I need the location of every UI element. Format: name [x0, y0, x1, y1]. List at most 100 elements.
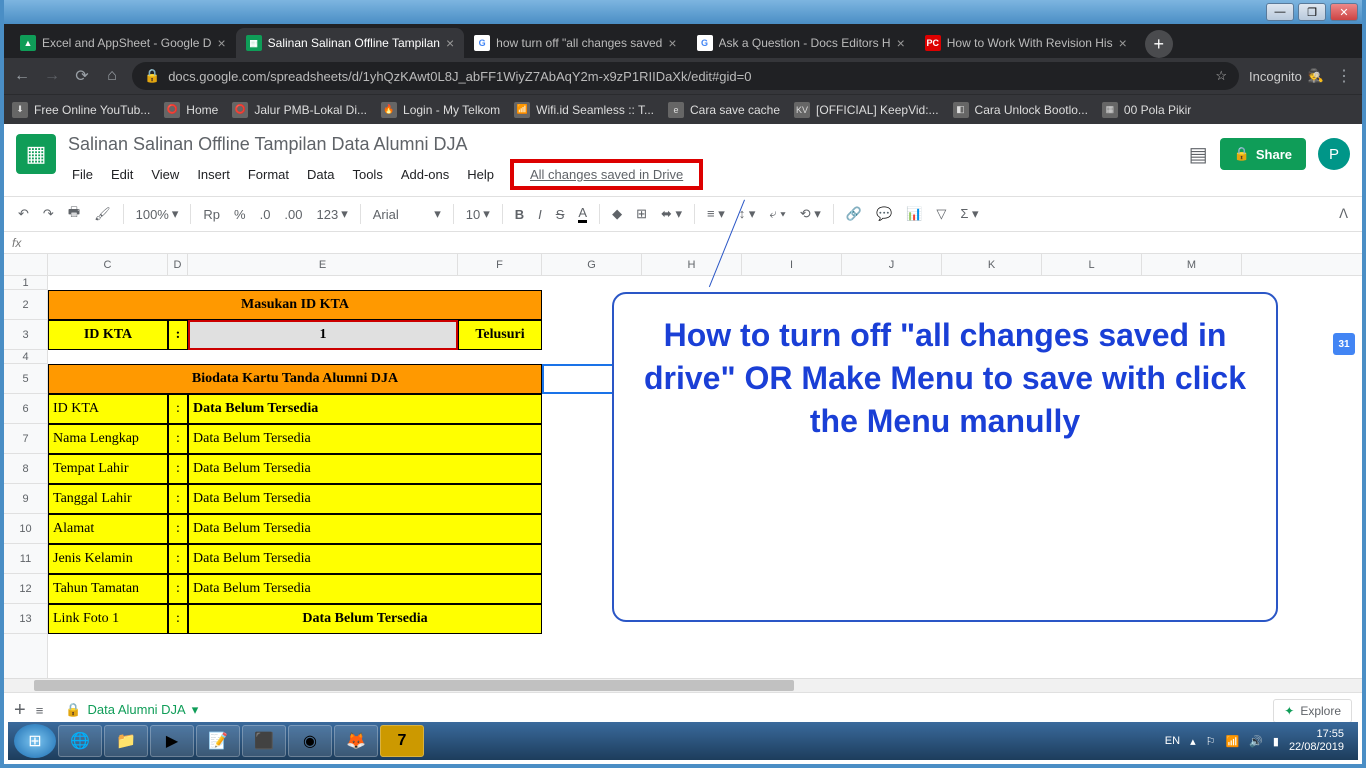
row-header[interactable]: 12: [4, 574, 47, 604]
bookmark-item[interactable]: ▦00 Pola Pikir: [1102, 102, 1191, 118]
chart-button[interactable]: 📊: [900, 202, 928, 226]
tray-clock[interactable]: 17:5522/08/2019: [1289, 728, 1344, 754]
increase-decimal-button[interactable]: .00: [278, 203, 308, 226]
document-title[interactable]: Salinan Salinan Offline Tampilan Data Al…: [64, 132, 1181, 157]
column-header[interactable]: G: [542, 254, 642, 275]
bookmark-item[interactable]: ⬇Free Online YouTub...: [12, 102, 150, 118]
cell[interactable]: Data Belum Tersedia: [188, 514, 542, 544]
currency-button[interactable]: Rp: [197, 203, 226, 226]
column-header[interactable]: M: [1142, 254, 1242, 275]
column-header[interactable]: I: [742, 254, 842, 275]
collapse-toolbar-button[interactable]: ᐱ: [1333, 202, 1354, 226]
formula-bar[interactable]: fx: [4, 232, 1362, 254]
halign-button[interactable]: ≡ ▾: [701, 202, 731, 226]
bookmark-item[interactable]: 📶Wifi.id Seamless :: T...: [514, 102, 654, 118]
browser-tab[interactable]: ▦Salinan Salinan Offline Tampilan×: [236, 28, 465, 58]
row-header[interactable]: 9: [4, 484, 47, 514]
zoom-select[interactable]: 100% ▾: [130, 202, 185, 226]
browser-tab[interactable]: PCHow to Work With Revision His×: [915, 28, 1137, 58]
browser-tab[interactable]: GAsk a Question - Docs Editors H×: [687, 28, 915, 58]
cell[interactable]: :: [168, 424, 188, 454]
bookmark-item[interactable]: ⭕Jalur PMB-Lokal Di...: [232, 102, 367, 118]
column-header[interactable]: E: [188, 254, 458, 275]
cell[interactable]: Data Belum Tersedia: [188, 544, 542, 574]
menu-button[interactable]: ⋮: [1334, 66, 1354, 86]
merge-button[interactable]: ⬌ ▾: [655, 202, 688, 226]
wrap-button[interactable]: ⤶ ▾: [763, 202, 791, 226]
font-select[interactable]: Arial▾: [367, 202, 447, 226]
forward-button[interactable]: →: [42, 66, 62, 86]
cell[interactable]: ID KTA: [48, 394, 168, 424]
cell[interactable]: Data Belum Tersedia: [188, 454, 542, 484]
cell[interactable]: Data Belum Tersedia: [188, 574, 542, 604]
taskbar-ie-icon[interactable]: 🌐: [58, 725, 102, 757]
row-header[interactable]: 13: [4, 604, 47, 634]
menu-format[interactable]: Format: [240, 163, 297, 186]
row-header[interactable]: 10: [4, 514, 47, 544]
cell[interactable]: Tanggal Lahir: [48, 484, 168, 514]
taskbar-app2-icon[interactable]: 7: [380, 725, 424, 757]
bookmark-item[interactable]: 🔥Login - My Telkom: [381, 102, 500, 118]
saved-status-link[interactable]: All changes saved in Drive: [522, 163, 691, 186]
menu-insert[interactable]: Insert: [189, 163, 238, 186]
tray-flag-icon[interactable]: ⚐: [1206, 735, 1216, 748]
tray-lang[interactable]: EN: [1165, 735, 1180, 747]
filter-button[interactable]: ▽: [930, 202, 952, 226]
browser-tab[interactable]: ▲Excel and AppSheet - Google D×: [10, 28, 236, 58]
column-header[interactable]: L: [1042, 254, 1142, 275]
cell[interactable]: Alamat: [48, 514, 168, 544]
scrollbar-thumb[interactable]: [34, 680, 794, 691]
column-header[interactable]: K: [942, 254, 1042, 275]
menu-data[interactable]: Data: [299, 163, 342, 186]
column-header[interactable]: C: [48, 254, 168, 275]
taskbar-chrome-icon[interactable]: ◉: [288, 725, 332, 757]
row-header[interactable]: 11: [4, 544, 47, 574]
bookmark-item[interactable]: KV[OFFICIAL] KeepVid:...: [794, 102, 939, 118]
tab-close-icon[interactable]: ×: [897, 35, 905, 51]
strike-button[interactable]: S: [550, 203, 571, 226]
row-header[interactable]: 4: [4, 350, 47, 364]
taskbar-app1-icon[interactable]: ⬛: [242, 725, 286, 757]
row-header[interactable]: 3: [4, 320, 47, 350]
taskbar-notes-icon[interactable]: 📝: [196, 725, 240, 757]
tray-up-icon[interactable]: ▴: [1190, 735, 1196, 748]
cell[interactable]: Telusuri: [458, 320, 542, 350]
window-minimize[interactable]: —: [1266, 3, 1294, 21]
side-panel-calendar[interactable]: 31: [1328, 326, 1360, 362]
address-bar[interactable]: 🔒 docs.google.com/spreadsheets/d/1yhQzKA…: [132, 62, 1239, 90]
horizontal-scrollbar[interactable]: [4, 678, 1362, 692]
paint-format-button[interactable]: 🖌: [88, 202, 117, 226]
cell[interactable]: :: [168, 604, 188, 634]
cell[interactable]: :: [168, 484, 188, 514]
cell[interactable]: 1: [188, 320, 458, 350]
cell[interactable]: :: [168, 544, 188, 574]
tab-close-icon[interactable]: ×: [217, 35, 225, 51]
home-button[interactable]: ⌂: [102, 66, 122, 86]
percent-button[interactable]: %: [228, 203, 252, 226]
comment-button[interactable]: 💬: [870, 202, 898, 226]
italic-button[interactable]: I: [532, 203, 548, 226]
bookmark-item[interactable]: ⭕Home: [164, 102, 218, 118]
functions-button[interactable]: Σ ▾: [954, 202, 984, 226]
share-button[interactable]: 🔒 Share: [1220, 138, 1306, 170]
new-tab-button[interactable]: +: [1145, 30, 1173, 58]
cell[interactable]: :: [168, 394, 188, 424]
bookmark-item[interactable]: ◧Cara Unlock Bootlo...: [953, 102, 1088, 118]
tray-network-icon[interactable]: 📶: [1225, 735, 1239, 748]
row-header[interactable]: 6: [4, 394, 47, 424]
tab-close-icon[interactable]: ×: [668, 35, 676, 51]
row-header[interactable]: 1: [4, 276, 47, 290]
tab-close-icon[interactable]: ×: [1119, 35, 1127, 51]
font-size-select[interactable]: 10 ▾: [460, 202, 496, 226]
comments-icon[interactable]: ▤: [1189, 142, 1208, 167]
decrease-decimal-button[interactable]: .0: [254, 203, 277, 226]
cell[interactable]: Masukan ID KTA: [48, 290, 542, 320]
cell[interactable]: Tahun Tamatan: [48, 574, 168, 604]
row-header[interactable]: 8: [4, 454, 47, 484]
window-maximize[interactable]: ❐: [1298, 3, 1326, 21]
back-button[interactable]: ←: [12, 66, 32, 86]
menu-view[interactable]: View: [143, 163, 187, 186]
bold-button[interactable]: B: [509, 203, 530, 226]
fill-color-button[interactable]: ◆: [606, 202, 628, 226]
row-header[interactable]: 2: [4, 290, 47, 320]
